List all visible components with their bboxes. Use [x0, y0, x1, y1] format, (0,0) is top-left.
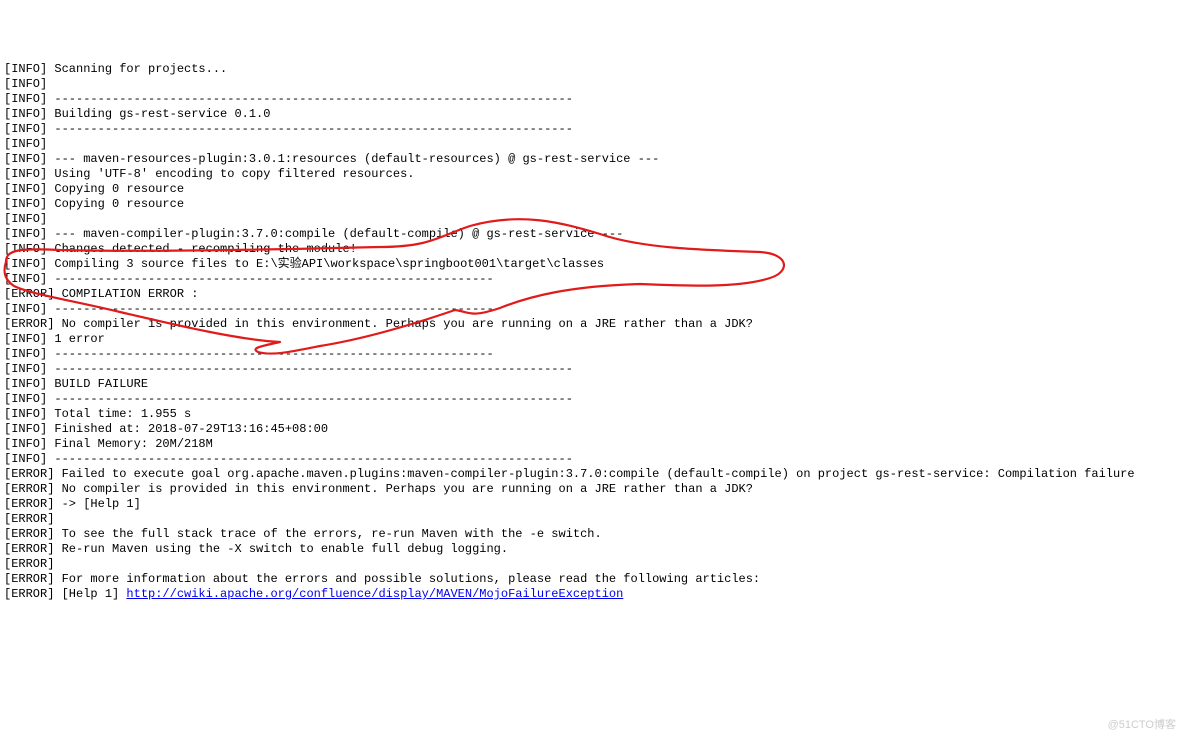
log-line: [INFO] ---------------------------------…	[4, 302, 1180, 317]
log-line: [INFO] ---------------------------------…	[4, 392, 1180, 407]
help-prefix: [ERROR] [Help 1]	[4, 587, 126, 601]
log-line: [INFO] Copying 0 resource	[4, 197, 1180, 212]
log-line: [ERROR] COMPILATION ERROR :	[4, 287, 1180, 302]
log-line: [ERROR] No compiler is provided in this …	[4, 317, 1180, 332]
log-line: [INFO] Building gs-rest-service 0.1.0	[4, 107, 1180, 122]
log-line: [ERROR] Failed to execute goal org.apach…	[4, 467, 1180, 482]
log-line: [INFO] ---------------------------------…	[4, 272, 1180, 287]
log-line: [ERROR] -> [Help 1]	[4, 497, 1180, 512]
log-line: [INFO] ---------------------------------…	[4, 362, 1180, 377]
log-line: [INFO]	[4, 77, 1180, 92]
log-line: [INFO] Copying 0 resource	[4, 182, 1180, 197]
log-line: [INFO] Total time: 1.955 s	[4, 407, 1180, 422]
log-line: [INFO]	[4, 137, 1180, 152]
log-line: [ERROR] Re-run Maven using the -X switch…	[4, 542, 1180, 557]
log-line-help: [ERROR] [Help 1] http://cwiki.apache.org…	[4, 587, 1180, 602]
log-line: [INFO] Changes detected - recompiling th…	[4, 242, 1180, 257]
log-line: [INFO] --- maven-resources-plugin:3.0.1:…	[4, 152, 1180, 167]
log-line: [INFO] Scanning for projects...	[4, 62, 1180, 77]
log-line: [INFO] BUILD FAILURE	[4, 377, 1180, 392]
log-line: [INFO] --- maven-compiler-plugin:3.7.0:c…	[4, 227, 1180, 242]
log-line: [INFO] 1 error	[4, 332, 1180, 347]
log-line: [INFO] Final Memory: 20M/218M	[4, 437, 1180, 452]
log-line: [INFO] Using 'UTF-8' encoding to copy fi…	[4, 167, 1180, 182]
log-line: [INFO] Compiling 3 source files to E:\实验…	[4, 257, 1180, 272]
log-line: [INFO] ---------------------------------…	[4, 347, 1180, 362]
log-line: [INFO]	[4, 212, 1180, 227]
log-line: [ERROR]	[4, 512, 1180, 527]
help-link[interactable]: http://cwiki.apache.org/confluence/displ…	[126, 587, 623, 601]
log-line: [ERROR]	[4, 557, 1180, 572]
log-line: [INFO] ---------------------------------…	[4, 122, 1180, 137]
log-line: [ERROR] No compiler is provided in this …	[4, 482, 1180, 497]
watermark: @51CTO博客	[1108, 718, 1176, 733]
log-line: [ERROR] To see the full stack trace of t…	[4, 527, 1180, 542]
log-line: [INFO] Finished at: 2018-07-29T13:16:45+…	[4, 422, 1180, 437]
log-line: [INFO] ---------------------------------…	[4, 92, 1180, 107]
console-output: [INFO] Scanning for projects...[INFO][IN…	[4, 62, 1180, 602]
log-line: [INFO] ---------------------------------…	[4, 452, 1180, 467]
